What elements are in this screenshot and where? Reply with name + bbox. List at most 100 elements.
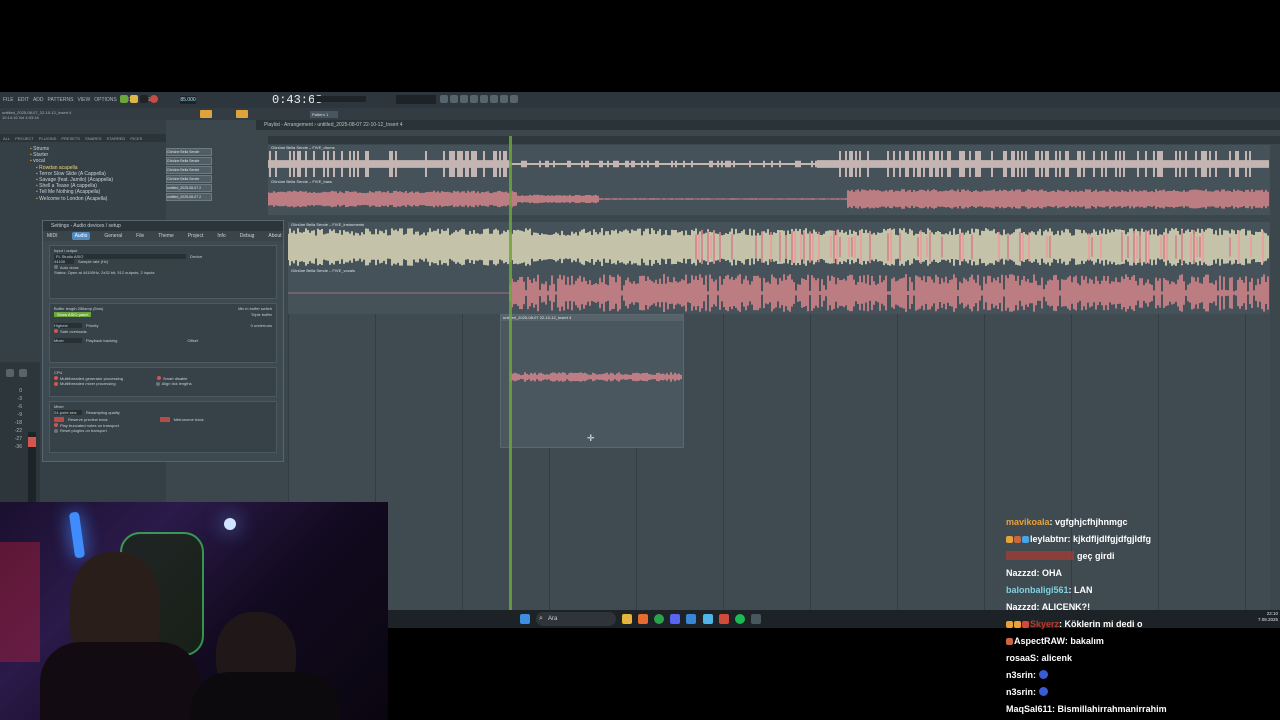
channel-rack-icon[interactable] — [450, 95, 458, 103]
chat-message: n3srin: — [1006, 667, 1278, 684]
browser-tab[interactable]: STARRED — [106, 136, 125, 141]
sample-rate-label: Sample rate (Hz) — [78, 259, 109, 264]
chat-username[interactable]: n3srin — [1006, 687, 1033, 697]
settings-tab[interactable]: Info — [217, 233, 225, 239]
browser-icon[interactable] — [480, 95, 488, 103]
play-icon[interactable] — [130, 95, 138, 103]
help-icon[interactable] — [510, 95, 518, 103]
fl-studio-icon[interactable] — [638, 614, 648, 624]
playlist-icon[interactable] — [470, 95, 478, 103]
chat-username[interactable]: n3srin — [1006, 670, 1033, 680]
auto-close-checkbox[interactable] — [54, 265, 58, 270]
taskbar-search[interactable]: ⌕ Ara — [536, 612, 616, 626]
chat-username[interactable]: leylabtnr — [1030, 534, 1068, 544]
settings-tab[interactable]: Project — [188, 233, 204, 239]
settings-tab[interactable]: Theme — [158, 233, 174, 239]
browser-tab[interactable]: PICKS — [130, 136, 142, 141]
chat-username[interactable]: Skyerz — [1030, 619, 1059, 629]
chat-username[interactable]: MaqSal611 — [1006, 704, 1052, 714]
track-name: Gönüne Bella Sende – FIVE_vocals — [291, 268, 355, 273]
play-truncated-checkbox[interactable] — [54, 423, 58, 428]
timeline-ruler[interactable] — [268, 136, 1280, 144]
menu-item[interactable]: EDIT — [18, 97, 29, 103]
paint-tool-icon[interactable] — [236, 110, 248, 118]
reset-plugins-checkbox[interactable] — [54, 428, 58, 433]
discord-icon[interactable] — [670, 614, 680, 624]
browser-tab[interactable]: ALL — [3, 136, 10, 141]
stop-icon[interactable] — [140, 95, 148, 103]
show-asio-button[interactable]: Show ASIO panel — [54, 311, 92, 317]
chat-text: ALICENK?! — [1041, 602, 1091, 612]
pattern-song-toggle[interactable] — [120, 95, 128, 103]
windows-start-icon[interactable] — [520, 614, 530, 624]
interpolation-select[interactable]: 24-point sinc — [54, 409, 82, 415]
mixer-icon[interactable] — [440, 95, 448, 103]
chat-username[interactable]: rosaaS — [1006, 653, 1036, 663]
channel-button[interactable]: Gönüne Bella Sende — [166, 148, 212, 156]
tempo-display[interactable]: 85.000 — [180, 96, 196, 104]
align-tick-checkbox[interactable] — [155, 381, 160, 386]
pattern-selector[interactable]: Pattern 1 — [310, 111, 338, 118]
channel-button[interactable]: Gönüne Bella Sende — [166, 175, 212, 183]
chrome-icon[interactable] — [654, 614, 664, 624]
spotify-icon[interactable] — [735, 614, 745, 624]
settings-tab[interactable]: Debug — [240, 233, 255, 239]
align-tick-label: Align tick lengths — [161, 381, 192, 386]
cpu-memory-monitor — [396, 95, 436, 104]
settings-tab[interactable]: File — [136, 233, 144, 239]
browser-tab[interactable]: PROJECT — [15, 136, 34, 141]
browser-tab[interactable]: PLUGINS — [39, 136, 57, 141]
browser-app-icon[interactable] — [703, 614, 713, 624]
safe-overloads-checkbox[interactable] — [54, 329, 58, 334]
playhead[interactable] — [509, 136, 512, 610]
chat-username[interactable]: balonbaligi561 — [1006, 585, 1069, 595]
settings-tab[interactable]: General — [104, 233, 122, 239]
browser-item-label: Savage (feat. Jamilo) (Acappella) — [39, 177, 114, 184]
channel-button[interactable]: Gönüne Bella Sende — [166, 157, 212, 165]
channel-button[interactable]: untitled_2025-08-07 2 — [166, 193, 212, 201]
mixer-menu-icon[interactable] — [6, 369, 14, 377]
smart-disable-checkbox[interactable] — [156, 376, 161, 381]
playlist-track[interactable]: Gönüne Bella Sende – FIVE_drums — [268, 145, 1270, 179]
chat-badge-icon — [1006, 621, 1013, 628]
media-app-icon[interactable] — [719, 614, 729, 624]
record-icon[interactable] — [150, 95, 158, 103]
multi-gen-label: Multithreaded generator processing — [60, 375, 123, 381]
browser-tab[interactable]: SNARES — [85, 136, 101, 141]
menu-item[interactable]: OPTIONS — [94, 97, 117, 103]
piano-roll-icon[interactable] — [460, 95, 468, 103]
overflow-icon[interactable] — [751, 614, 761, 624]
multi-mix-checkbox[interactable] — [54, 381, 58, 386]
chat-username[interactable]: AspectRAW — [1014, 636, 1065, 646]
settings-tab[interactable]: Audio — [71, 232, 91, 240]
app-icon[interactable] — [686, 614, 696, 624]
snap-icon[interactable] — [200, 110, 212, 118]
chat-badge-icon — [1022, 621, 1029, 628]
browser-tab[interactable]: PRESETS — [61, 136, 80, 141]
channel-button[interactable]: untitled_2025-08-07 2 — [166, 184, 212, 192]
tracking-select[interactable]: Mixer — [54, 338, 82, 344]
playlist-track[interactable]: Gönüne Bella Sende – FIVE_instruments — [288, 222, 1270, 268]
lock-icon[interactable] — [19, 369, 27, 377]
browser-item[interactable]: ▪ Welcome to London (Acapella) — [30, 196, 160, 202]
settings-tab[interactable]: MIDI — [47, 233, 58, 239]
chat-username[interactable]: Nazzzd — [1006, 602, 1037, 612]
settings-tab[interactable]: About — [268, 233, 281, 239]
menu-item[interactable]: FILE — [3, 97, 14, 103]
tracking-label: Playback tracking — [86, 338, 118, 343]
menu-item[interactable]: ADD — [33, 97, 44, 103]
multi-gen-checkbox[interactable] — [54, 376, 58, 381]
chat-username[interactable]: Nazzzd — [1006, 568, 1037, 578]
metronome-track-select[interactable] — [159, 417, 170, 423]
waveform-path — [268, 189, 1269, 209]
playlist-track[interactable]: Gönüne Bella Sende – FIVE_bass — [268, 179, 1270, 215]
chat-username[interactable]: mavikoala — [1006, 517, 1050, 527]
menu-item[interactable]: PATTERNS — [48, 97, 74, 103]
playlist-track[interactable]: Gönüne Bella Sende – FIVE_vocals — [288, 268, 1270, 314]
audio-clip[interactable]: untitled_2025-08-07 22-10-12_Insert 4 ✛ — [500, 314, 684, 448]
channel-button[interactable]: Gönüne Bella Sende — [166, 166, 212, 174]
menu-item[interactable]: VIEW — [77, 97, 90, 103]
file-explorer-icon[interactable] — [622, 614, 632, 624]
plugin-icon[interactable] — [490, 95, 498, 103]
settings-icon[interactable] — [500, 95, 508, 103]
